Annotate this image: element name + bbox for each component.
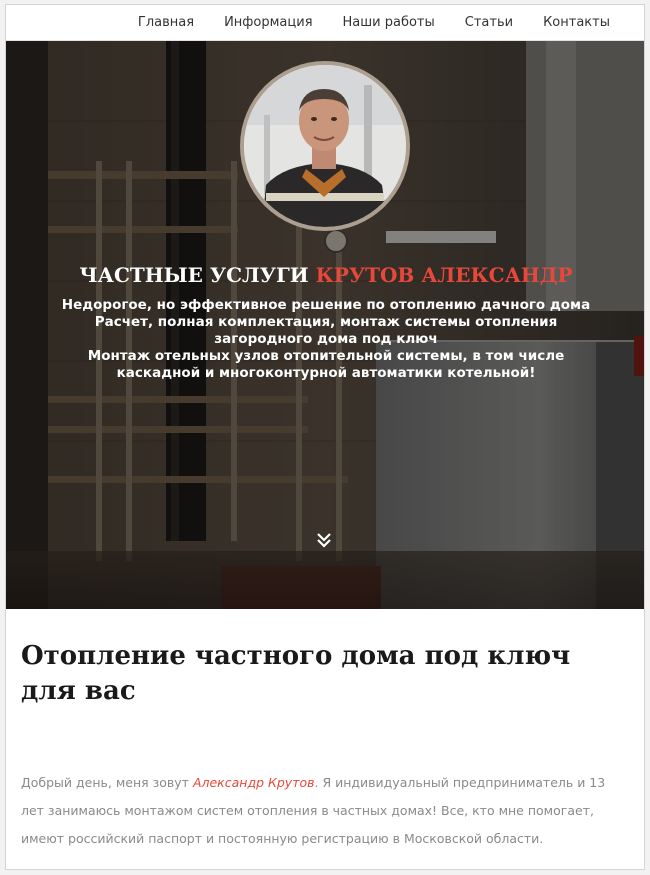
nav-item-contacts[interactable]: Контакты	[543, 15, 610, 30]
profile-avatar	[240, 61, 410, 231]
chevron-double-down-icon[interactable]	[315, 531, 333, 549]
intro-text-start: Добрый день, меня зовут	[21, 775, 193, 790]
hero-description: Недорогое, но эффективное решение по ото…	[46, 297, 606, 382]
top-navigation: Главная Информация Наши работы Статьи Ко…	[6, 5, 644, 41]
hero-title-accent: КРУТОВ АЛЕКСАНДР	[315, 263, 573, 287]
intro-paragraph: Добрый день, меня зовут Александр Крутов…	[21, 769, 631, 853]
hero-line-3: Монтаж отельных узлов отопительной систе…	[87, 348, 565, 381]
hero-title: ЧАСТНЫЕ УСЛУГИ КРУТОВ АЛЕКСАНДР	[6, 263, 644, 287]
hero-section: ЧАСТНЫЕ УСЛУГИ КРУТОВ АЛЕКСАНДР Недорого…	[6, 41, 644, 609]
hero-line-1: Недорогое, но эффективное решение по ото…	[61, 297, 591, 313]
section-title: Отопление частного дома под ключ для вас	[21, 641, 571, 706]
main-content: Отопление частного дома под ключ для вас…	[6, 609, 644, 869]
nav-item-articles[interactable]: Статьи	[465, 15, 513, 30]
browser-page: Главная Информация Наши работы Статьи Ко…	[5, 4, 645, 870]
hero-title-plain: ЧАСТНЫЕ УСЛУГИ	[79, 263, 309, 287]
nav-item-info[interactable]: Информация	[224, 15, 312, 30]
nav-item-home[interactable]: Главная	[138, 15, 194, 30]
hero-line-2: Расчет, полная комплектация, монтаж сист…	[94, 314, 558, 347]
person-photo-icon	[244, 65, 406, 227]
nav-item-works[interactable]: Наши работы	[343, 15, 435, 30]
intro-author-name: Александр Крутов	[192, 775, 315, 790]
